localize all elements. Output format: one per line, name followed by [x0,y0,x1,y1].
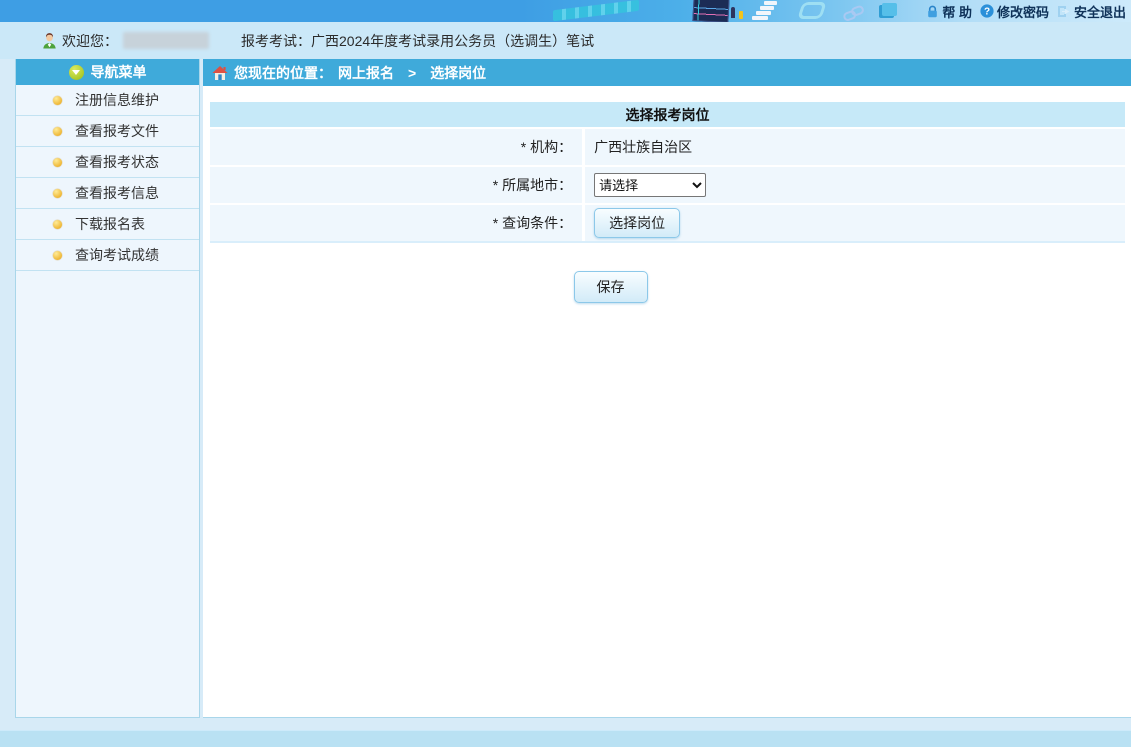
topbar-links: 帮 助 ? 修改密码 安全退出 [926,0,1126,22]
breadcrumb: 您现在的位置： 网上报名 > 选择岗位 [203,59,1131,86]
form-row-query: * 查询条件： 选择岗位 [210,205,1125,243]
form-title: 选择报考岗位 [210,102,1125,129]
form-row-city: * 所属地市： 请选择 [210,167,1125,205]
banner-cube-illustration [882,3,897,16]
change-password-label: 修改密码 [997,2,1049,21]
sidebar: 导航菜单 注册信息维护 查看报考文件 查看报考状态 查看报考信息 下载报名表 [15,59,200,718]
svg-text:?: ? [984,7,990,18]
home-icon [212,66,228,80]
banner-dashboard-illustration [692,0,729,22]
job-selection-form: 选择报考岗位 * 机构： 广西壮族自治区 * 所属地市： 请选择 * 查询条件： [210,102,1125,243]
chevron-down-icon [69,65,84,80]
dot-icon [53,189,62,198]
exam-info: 报考考试： 广西2024年度考试录用公务员（选调生）笔试 [241,31,594,51]
save-row: 保存 [203,271,1018,303]
dot-icon [53,220,62,229]
sidebar-item-label: 下载报名表 [75,214,145,234]
breadcrumb-separator: > [408,65,416,81]
page: 帮 助 ? 修改密码 安全退出 [0,0,1131,747]
sidebar-item-label: 查看报考信息 [75,183,159,203]
banner-square-illustration [797,2,827,19]
exam-label: 报考考试： [241,31,311,51]
logout-link[interactable]: 安全退出 [1057,2,1126,21]
sidebar-item-download-form[interactable]: 下载报名表 [16,209,199,240]
welcome-greeting: 欢迎您： [62,31,118,51]
banner-stairs-illustration [752,0,782,22]
breadcrumb-prefix: 您现在的位置： [234,63,332,83]
organization-label: * 机构： [210,129,585,165]
city-label: * 所属地市： [210,167,585,203]
lock-icon [926,5,939,18]
banner-conveyor-illustration [553,0,639,21]
change-password-link[interactable]: ? 修改密码 [980,2,1049,21]
sidebar-item-label: 注册信息维护 [75,90,159,110]
form-row-organization: * 机构： 广西壮族自治区 [210,129,1125,167]
sidebar-item-label: 查看报考文件 [75,121,159,141]
dot-icon [53,158,62,167]
save-button[interactable]: 保存 [574,271,648,303]
avatar-icon [42,33,57,49]
content-area: 导航菜单 注册信息维护 查看报考文件 查看报考状态 查看报考信息 下载报名表 [15,59,1131,718]
breadcrumb-current: 选择岗位 [430,63,486,83]
sidebar-item-exam-scores[interactable]: 查询考试成绩 [16,240,199,271]
sidebar-item-label: 查看报考状态 [75,152,159,172]
top-banner: 帮 助 ? 修改密码 安全退出 [0,0,1131,22]
exam-title: 广西2024年度考试录用公务员（选调生）笔试 [311,31,594,51]
help-label: 帮 助 [942,2,972,21]
welcome-bar: 欢迎您： 报考考试： 广西2024年度考试录用公务员（选调生）笔试 [0,22,1131,59]
exit-icon [1057,5,1071,18]
city-select[interactable]: 请选择 [594,173,706,197]
help-link[interactable]: 帮 助 [926,2,972,21]
breadcrumb-section[interactable]: 网上报名 [338,63,394,83]
footer-bar [0,730,1131,747]
dot-icon [53,127,62,136]
sidebar-header[interactable]: 导航菜单 [16,59,199,85]
organization-value: 广西壮族自治区 [585,129,1125,165]
question-icon: ? [980,4,994,18]
banner-figure-illustration [739,11,743,19]
dot-icon [53,251,62,260]
banner-chain-illustration [841,3,870,22]
query-label: * 查询条件： [210,205,585,241]
logout-label: 安全退出 [1074,2,1126,21]
banner-person-illustration [731,7,735,18]
sidebar-item-exam-info[interactable]: 查看报考信息 [16,178,199,209]
sidebar-item-label: 查询考试成绩 [75,245,159,265]
select-job-button[interactable]: 选择岗位 [594,208,680,238]
sidebar-item-register-info[interactable]: 注册信息维护 [16,85,199,116]
sidebar-item-exam-documents[interactable]: 查看报考文件 [16,116,199,147]
main-panel: 您现在的位置： 网上报名 > 选择岗位 选择报考岗位 * 机构： 广西壮族自治区… [203,59,1131,718]
user-name-redacted [123,32,209,49]
sidebar-title: 导航菜单 [91,62,147,82]
sidebar-item-exam-status[interactable]: 查看报考状态 [16,147,199,178]
dot-icon [53,96,62,105]
